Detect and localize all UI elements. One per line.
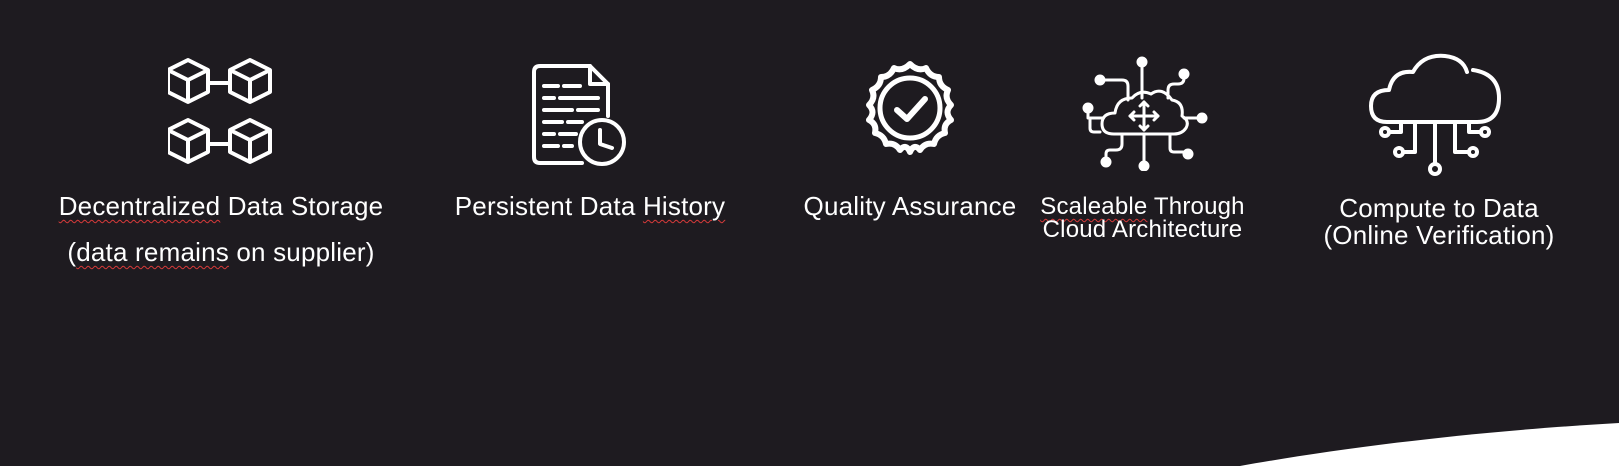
blockchain-cubes-icon: [168, 58, 272, 164]
document-clock-icon: [532, 64, 626, 166]
feature-scaleable-cloud: Scaleable Through Cloud Architecture: [1020, 0, 1340, 300]
feature-compute-to-data: Compute to Data (Online Verification): [1300, 0, 1619, 300]
feature-label: Scaleable Through Cloud Architecture: [1040, 193, 1245, 243]
cloud-compute-icon: [1369, 53, 1501, 176]
feature-decentralized-storage: Decentralized Data Storage (data remains…: [0, 0, 460, 300]
cloud-network-icon: [1082, 56, 1208, 171]
feature-quality-assurance: Quality Assurance: [770, 0, 1050, 300]
quality-badge-check-icon: [866, 61, 954, 155]
feature-label: Persistent Data History: [454, 191, 726, 221]
feature-label: Decentralized Data Storage (data remains…: [58, 191, 384, 267]
feature-persistent-history: Persistent Data History: [430, 0, 750, 300]
feature-label: Compute to Data (Online Verification): [1323, 193, 1555, 250]
feature-label: Quality Assurance: [803, 191, 1017, 221]
